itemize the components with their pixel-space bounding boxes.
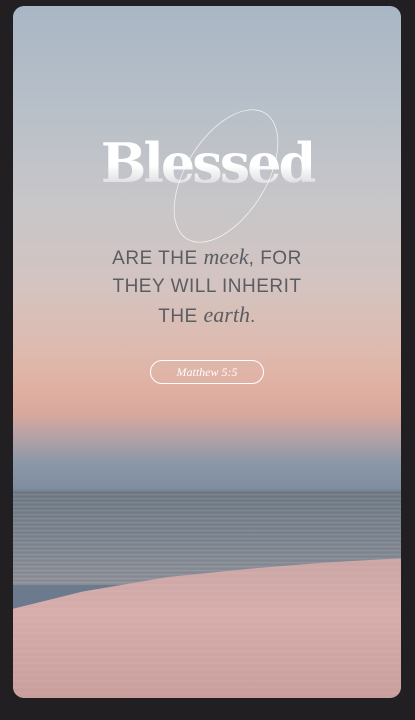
- verse-line-1: ARE THE meek, FOR: [112, 244, 302, 269]
- verse-emphasis-meek: meek: [203, 244, 249, 269]
- verse-emphasis-earth: earth: [203, 302, 250, 327]
- headline-blessed: Blessed: [13, 136, 401, 190]
- scripture-reference-pill: Matthew 5:5: [150, 360, 264, 384]
- background-frame: Blessed ARE THE meek, FOR THEY WILL INHE…: [0, 0, 415, 720]
- verse-line-2: THEY WILL INHERIT: [112, 276, 302, 297]
- verse-line-3: THE earth.: [158, 302, 256, 327]
- verse-text: ARE THE meek, FOR THEY WILL INHERIT THE …: [13, 243, 401, 331]
- verse-card: Blessed ARE THE meek, FOR THEY WILL INHE…: [13, 6, 401, 698]
